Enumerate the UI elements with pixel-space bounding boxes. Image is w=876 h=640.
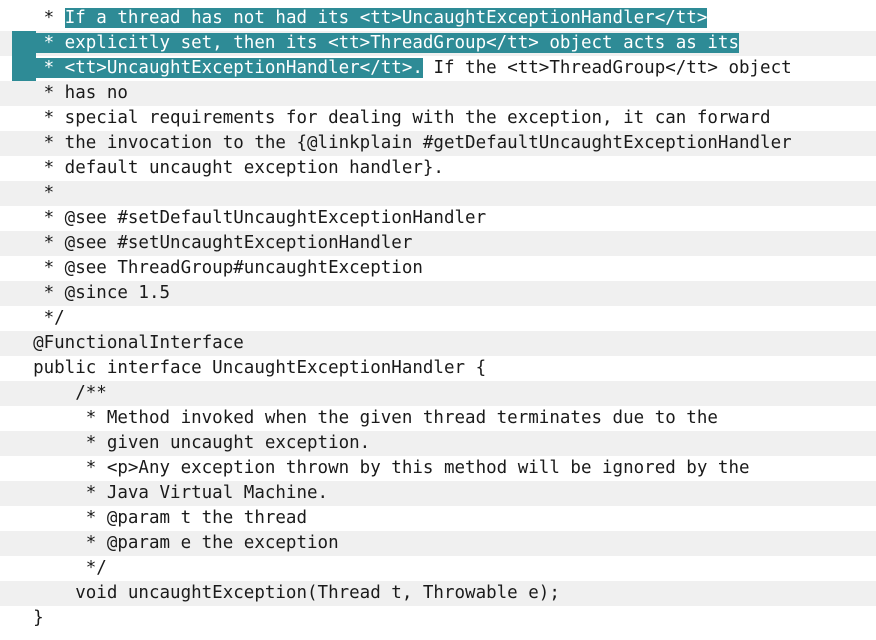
code-line[interactable]: * the invocation to the {@linkplain #get…: [0, 131, 876, 156]
code-text: *: [12, 8, 65, 28]
code-line-text: * explicitly set, then its <tt>ThreadGro…: [12, 31, 739, 56]
code-line[interactable]: * <tt>UncaughtExceptionHandler</tt>. If …: [0, 56, 876, 81]
code-line-text: */: [12, 306, 65, 331]
code-line[interactable]: * @see #setUncaughtExceptionHandler: [0, 231, 876, 256]
code-line-text: * @see ThreadGroup#uncaughtException: [12, 256, 423, 281]
code-line-text: * @param e the exception: [12, 531, 339, 556]
code-text: * @since 1.5: [12, 283, 171, 303]
code-text: * @see #setDefaultUncaughtExceptionHandl…: [12, 208, 487, 228]
code-line[interactable]: /**: [0, 381, 876, 406]
code-line-text: public interface UncaughtExceptionHandle…: [12, 356, 486, 381]
code-editor[interactable]: * If a thread has not had its <tt>Uncaug…: [0, 0, 876, 640]
code-line-text: * special requirements for dealing with …: [12, 106, 771, 131]
code-line[interactable]: * @param e the exception: [0, 531, 876, 556]
code-line[interactable]: * If a thread has not had its <tt>Uncaug…: [0, 6, 876, 31]
code-text: If the <tt>ThreadGroup</tt> object: [422, 58, 792, 78]
code-line-text: * default uncaught exception handler}.: [12, 156, 444, 181]
code-text: */: [12, 558, 107, 578]
code-line-text: * has no: [12, 81, 128, 106]
selected-text: If a thread has not had its <tt>Uncaught…: [64, 8, 708, 28]
code-text: * <p>Any exception thrown by this method…: [12, 458, 750, 478]
code-text: * @see #setUncaughtExceptionHandler: [12, 233, 413, 253]
code-line-text: * @param t the thread: [12, 506, 307, 531]
code-text: * Method invoked when the given thread t…: [12, 408, 718, 428]
code-text: void uncaughtException(Thread t, Throwab…: [12, 583, 560, 603]
code-line-text: void uncaughtException(Thread t, Throwab…: [12, 581, 560, 606]
selected-text: * <tt>UncaughtExceptionHandler</tt>.: [12, 58, 423, 78]
code-text: */: [12, 308, 65, 328]
code-text: * the invocation to the {@linkplain #get…: [12, 133, 792, 153]
code-line[interactable]: * has no: [0, 81, 876, 106]
code-line[interactable]: * default uncaught exception handler}.: [0, 156, 876, 181]
code-line[interactable]: * special requirements for dealing with …: [0, 106, 876, 131]
code-line[interactable]: * @see #setDefaultUncaughtExceptionHandl…: [0, 206, 876, 231]
code-text: }: [12, 608, 44, 628]
code-text: * default uncaught exception handler}.: [12, 158, 444, 178]
code-line[interactable]: * given uncaught exception.: [0, 431, 876, 456]
code-line-text: * If a thread has not had its <tt>Uncaug…: [12, 6, 708, 31]
code-line-text: *: [12, 181, 55, 206]
code-line[interactable]: * @since 1.5: [0, 281, 876, 306]
code-text: * has no: [12, 83, 128, 103]
code-line-text: * @since 1.5: [12, 281, 170, 306]
code-text: * special requirements for dealing with …: [12, 108, 771, 128]
code-line-text: * given uncaught exception.: [12, 431, 370, 456]
code-line-text: * the invocation to the {@linkplain #get…: [12, 131, 792, 156]
code-line[interactable]: }: [0, 606, 876, 631]
code-line-text: /**: [12, 381, 107, 406]
code-text: * @see ThreadGroup#uncaughtException: [12, 258, 423, 278]
code-line-text: * Java Virtual Machine.: [12, 481, 328, 506]
selected-text: * explicitly set, then its <tt>ThreadGro…: [12, 33, 739, 53]
code-line-text: @FunctionalInterface: [12, 331, 244, 356]
code-line[interactable]: */: [0, 306, 876, 331]
code-text: @FunctionalInterface: [12, 333, 244, 353]
code-text: * given uncaught exception.: [12, 433, 371, 453]
code-line[interactable]: * explicitly set, then its <tt>ThreadGro…: [0, 31, 876, 56]
code-line-text: * @see #setUncaughtExceptionHandler: [12, 231, 413, 256]
code-line[interactable]: * @param t the thread: [0, 506, 876, 531]
code-text: * @param e the exception: [12, 533, 339, 553]
code-text: /**: [12, 383, 107, 403]
code-line-text: */: [12, 556, 107, 581]
code-text: *: [12, 183, 55, 203]
code-line[interactable]: * <p>Any exception thrown by this method…: [0, 456, 876, 481]
code-text: public interface UncaughtExceptionHandle…: [12, 358, 487, 378]
code-line[interactable]: void uncaughtException(Thread t, Throwab…: [0, 581, 876, 606]
code-line[interactable]: @FunctionalInterface: [0, 331, 876, 356]
code-line-text: * <p>Any exception thrown by this method…: [12, 456, 750, 481]
code-line-text: }: [12, 606, 44, 631]
code-line[interactable]: * Method invoked when the given thread t…: [0, 406, 876, 431]
code-line[interactable]: */: [0, 556, 876, 581]
code-text: * @param t the thread: [12, 508, 308, 528]
code-line-text: * @see #setDefaultUncaughtExceptionHandl…: [12, 206, 487, 231]
code-line[interactable]: * Java Virtual Machine.: [0, 481, 876, 506]
code-line[interactable]: *: [0, 181, 876, 206]
code-text: * Java Virtual Machine.: [12, 483, 329, 503]
code-line-text: * Method invoked when the given thread t…: [12, 406, 718, 431]
code-line[interactable]: public interface UncaughtExceptionHandle…: [0, 356, 876, 381]
code-line[interactable]: * @see ThreadGroup#uncaughtException: [0, 256, 876, 281]
code-line-text: * <tt>UncaughtExceptionHandler</tt>. If …: [12, 56, 792, 81]
